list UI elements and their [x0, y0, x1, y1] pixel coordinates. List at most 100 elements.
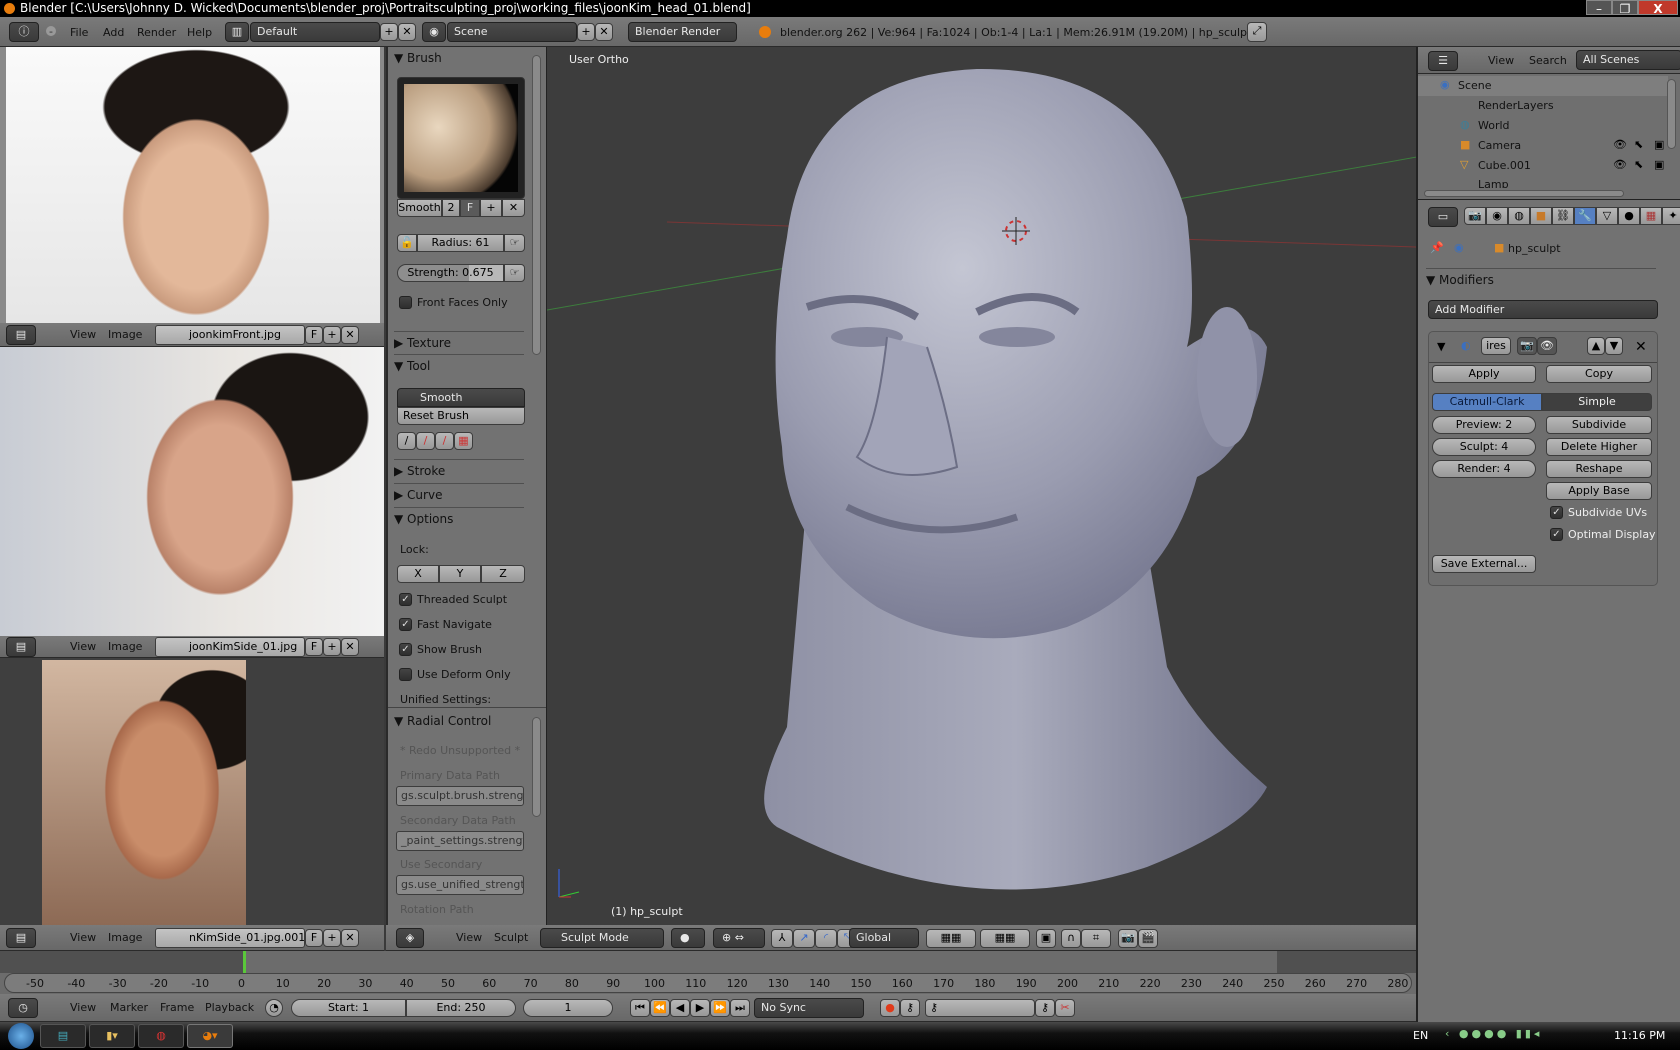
menu-view[interactable]: View — [70, 640, 96, 654]
maximize-button[interactable]: ❐ — [1612, 0, 1638, 16]
radius-pressure-icon[interactable]: ☞ — [504, 234, 525, 252]
render-toggle-icon[interactable]: 📷 — [1517, 337, 1537, 355]
panel-radial-control[interactable]: ▼ Radial Control — [394, 710, 524, 732]
image-editor-side-2[interactable] — [0, 658, 384, 925]
tab-constraints[interactable]: ⛓ — [1552, 207, 1574, 225]
screen-layout-select[interactable]: Default — [250, 22, 380, 42]
outliner-scrollbar[interactable] — [1667, 79, 1676, 149]
mode-select[interactable]: Sculpt Mode — [540, 928, 664, 948]
tool-shelf-scrollbar[interactable] — [532, 55, 541, 355]
expand-arrow-icon[interactable]: ▼ — [1437, 341, 1445, 352]
render-engine-select[interactable]: Blender Render — [628, 22, 737, 42]
start-frame-field[interactable]: Start: 1 — [291, 999, 406, 1017]
panel-brush[interactable]: ▼ Brush — [394, 47, 524, 69]
outliner-item-renderlayers[interactable]: RenderLayers — [1478, 99, 1554, 112]
optimal-display-checkbox[interactable]: ✓ — [1550, 528, 1563, 541]
editor-type-timeline[interactable]: ◷ — [8, 998, 38, 1018]
editor-type-info[interactable]: ⓘ — [9, 22, 39, 42]
translate-manipulator-icon[interactable]: ↗ — [793, 929, 815, 948]
strength-pressure-icon[interactable]: ☞ — [504, 264, 525, 282]
apply-base-button[interactable]: Apply Base — [1546, 482, 1652, 500]
snap-icon[interactable]: ∩ — [1061, 929, 1081, 948]
taskbar-explorer-icon[interactable]: ▤ — [40, 1024, 86, 1048]
timeline[interactable]: -50 -40 -30 -20 -10 0 10 20 30 40 50 60 70 80 90 100 110… — [0, 951, 1416, 1022]
image-name-field[interactable]: joonkimFront.jpg — [155, 325, 305, 345]
menu-frame[interactable]: Frame — [160, 1001, 194, 1015]
delete-scene-button[interactable]: ✕ — [595, 23, 613, 41]
menu-view[interactable]: View — [70, 1001, 96, 1015]
show-brush-checkbox[interactable]: ✓ — [399, 643, 412, 656]
menu-file[interactable]: File — [70, 26, 88, 40]
jump-keyframe-back-icon[interactable]: ⏪ — [650, 999, 670, 1017]
tray-icons[interactable]: ‹ ●●●● ▮▮◂ — [1445, 1027, 1542, 1040]
outliner-filter-select[interactable]: All Scenes — [1576, 50, 1680, 70]
current-frame-field[interactable]: 1 — [523, 999, 613, 1017]
snap-element-icon[interactable]: ⌗ — [1081, 929, 1111, 948]
radius-lock-icon[interactable]: 🔓 — [397, 234, 417, 252]
move-down-button[interactable]: ▼ — [1605, 337, 1623, 355]
screen-layout-icon[interactable]: ▥ — [225, 22, 249, 42]
occlude-geometry-icon[interactable]: ▣ — [1036, 929, 1056, 948]
fake-user-button[interactable]: F — [305, 638, 323, 656]
new-image-button[interactable]: + — [323, 638, 341, 656]
outliner-hscrollbar[interactable] — [1424, 190, 1624, 197]
outliner-row-scene[interactable] — [1418, 76, 1668, 96]
tab-modifiers[interactable]: 🔧 — [1574, 207, 1596, 225]
radius-slider[interactable]: Radius: 61 — [417, 234, 504, 252]
fake-user-button[interactable]: F — [305, 929, 323, 947]
selectable-cursor-icon[interactable]: ⬉ — [1634, 159, 1643, 170]
manipulator-icon[interactable]: ⅄ — [771, 929, 793, 948]
catmull-clark-toggle[interactable]: Catmull-Clark — [1432, 393, 1542, 411]
image-editor-front[interactable] — [0, 47, 384, 323]
jump-start-icon[interactable]: ⏮ — [630, 999, 650, 1017]
selectable-cursor-icon[interactable]: ⬉ — [1634, 139, 1643, 150]
new-image-button[interactable]: + — [323, 929, 341, 947]
unlink-image-button[interactable]: ✕ — [341, 929, 359, 947]
image-name-field[interactable]: nKimSide_01.jpg.001 — [155, 928, 305, 948]
renderable-camera-icon[interactable]: ▣ — [1654, 159, 1664, 170]
lock-y-toggle[interactable]: Y — [439, 565, 481, 583]
editor-type-3d-view[interactable]: ◈ — [396, 928, 424, 948]
weight-paint-icon[interactable]: / — [435, 432, 454, 450]
preview-levels-field[interactable]: Preview: 2 — [1432, 416, 1536, 434]
add-screen-button[interactable]: + — [380, 23, 398, 41]
delete-higher-button[interactable]: Delete Higher — [1546, 438, 1652, 456]
taskbar-blender-icon[interactable]: ◕▾ — [187, 1024, 233, 1048]
outliner-item-cube[interactable]: Cube.001 — [1478, 159, 1531, 172]
modifier-name-field[interactable]: ires — [1481, 337, 1511, 355]
render-opengl-icon[interactable]: 📷 — [1118, 929, 1138, 948]
delete-keyframe-icon[interactable]: ✂ — [1055, 999, 1075, 1017]
reshape-button[interactable]: Reshape — [1546, 460, 1652, 478]
tool-shelf-scrollbar[interactable] — [532, 717, 541, 817]
pivot-point-select[interactable]: ⊕ ⇔ — [713, 928, 765, 948]
fullscreen-toggle-icon[interactable]: ⤢ — [1247, 22, 1267, 42]
panel-tool[interactable]: ▼ Tool — [394, 354, 524, 376]
viewport-toggle-icon[interactable]: 👁 — [1537, 337, 1557, 355]
panel-modifiers[interactable]: ▼ Modifiers — [1426, 268, 1656, 290]
outliner-item-lamp[interactable]: Lamp — [1478, 178, 1509, 188]
insert-keyframe-icon[interactable]: ⚷ — [1035, 999, 1055, 1017]
delete-brush-button[interactable]: ✕ — [502, 199, 525, 217]
end-frame-field[interactable]: End: 250 — [406, 999, 516, 1017]
outliner-item-scene[interactable]: Scene — [1458, 79, 1492, 92]
start-button[interactable] — [8, 1023, 34, 1049]
move-up-button[interactable]: ▲ — [1587, 337, 1605, 355]
brush-users-count[interactable]: 2 — [442, 199, 460, 217]
menu-view[interactable]: View — [1488, 54, 1514, 68]
close-button[interactable]: X — [1638, 0, 1678, 16]
clock[interactable]: 11:16 PM — [1614, 1029, 1665, 1042]
tab-render[interactable]: 📷 — [1464, 207, 1486, 225]
menu-search[interactable]: Search — [1529, 54, 1567, 68]
scene-icon[interactable]: ◉ — [422, 22, 446, 42]
menu-image[interactable]: Image — [108, 640, 142, 654]
menu-view[interactable]: View — [456, 931, 482, 945]
outliner-item-camera[interactable]: Camera — [1478, 139, 1521, 152]
tab-particles[interactable]: ✦ — [1662, 207, 1680, 225]
image-editor-side[interactable] — [0, 347, 384, 636]
tab-world[interactable]: ◍ — [1508, 207, 1530, 225]
save-external-button[interactable]: Save External... — [1432, 555, 1536, 573]
visibility-eye-icon[interactable]: 👁 — [1613, 139, 1627, 150]
pin-icon[interactable]: 📌 — [1430, 242, 1444, 253]
delete-screen-button[interactable]: ✕ — [398, 23, 416, 41]
active-keying-set-field[interactable]: ⚷ — [925, 999, 1035, 1017]
